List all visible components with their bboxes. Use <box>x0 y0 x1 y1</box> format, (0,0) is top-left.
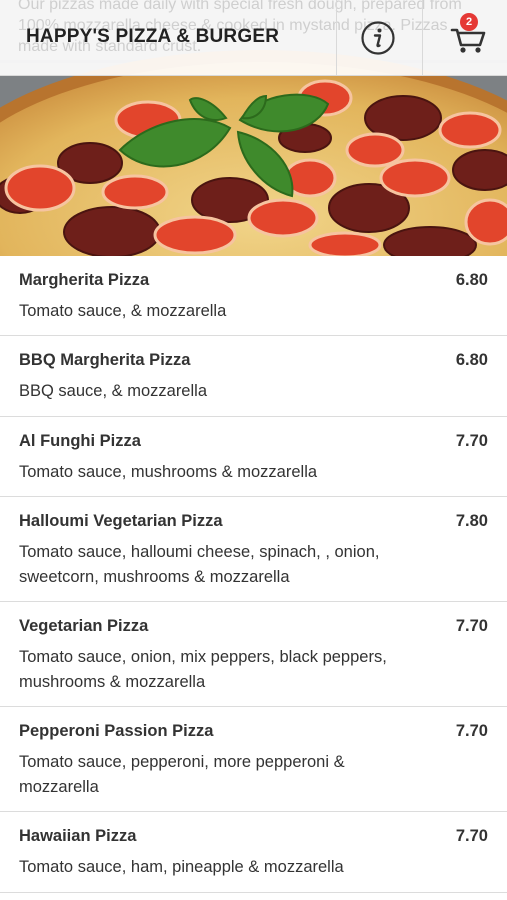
menu-item-price: 6.80 <box>455 271 488 289</box>
cart-count-badge: 2 <box>460 13 478 31</box>
menu-list: Margherita Pizza 6.80 Tomato sauce, & mo… <box>0 256 507 893</box>
menu-item[interactable]: Al Funghi Pizza 7.70 Tomato sauce, mushr… <box>0 417 507 497</box>
menu-item-description: Tomato sauce, & mozzarella <box>19 302 227 320</box>
menu-item-name: Al Funghi Pizza <box>19 432 141 450</box>
menu-item-description: BBQ sauce, & mozzarella <box>19 382 207 400</box>
menu-item-description: Tomato sauce, mushrooms & mozzarella <box>19 463 318 481</box>
menu-item-price: 7.70 <box>455 827 488 845</box>
menu-item-price: 6.80 <box>455 351 488 369</box>
menu-item-name: Margherita Pizza <box>19 271 150 289</box>
menu-item[interactable]: Halloumi Vegetarian Pizza 7.80 Tomato sa… <box>0 497 507 602</box>
info-icon <box>361 21 395 55</box>
menu-item-name: BBQ Margherita Pizza <box>19 351 191 369</box>
menu-item-description: Tomato sauce, onion, mix peppers, black … <box>19 648 387 691</box>
menu-item-price: 7.80 <box>455 512 488 530</box>
menu-item-description: Tomato sauce, pepperoni, more pepperoni … <box>19 753 345 796</box>
menu-item[interactable]: Pepperoni Passion Pizza 7.70 Tomato sauc… <box>0 707 507 812</box>
menu-item-name: Pepperoni Passion Pizza <box>19 722 214 740</box>
menu-item-name: Vegetarian Pizza <box>19 617 149 635</box>
header-divider <box>422 0 423 75</box>
restaurant-title: HAPPY'S PIZZA & BURGER <box>26 26 280 47</box>
menu-item[interactable]: Margherita Pizza 6.80 Tomato sauce, & mo… <box>0 256 507 336</box>
menu-item-name: Halloumi Vegetarian Pizza <box>19 512 223 530</box>
header-divider <box>336 0 337 75</box>
info-button[interactable] <box>360 20 396 56</box>
menu-item-description: Tomato sauce, ham, pineapple & mozzarell… <box>19 858 344 876</box>
menu-item-price: 7.70 <box>455 432 488 450</box>
menu-item-price: 7.70 <box>455 722 488 740</box>
menu-item-name: Hawaiian Pizza <box>19 827 137 845</box>
menu-item-description: Tomato sauce, halloumi cheese, spinach, … <box>19 543 380 586</box>
menu-item[interactable]: BBQ Margherita Pizza 6.80 BBQ sauce, & m… <box>0 336 507 417</box>
cart-button[interactable]: 2 <box>446 13 490 56</box>
menu-item[interactable]: Hawaiian Pizza 7.70 Tomato sauce, ham, p… <box>0 812 507 893</box>
menu-item-price: 7.70 <box>455 617 488 635</box>
app-header: Our pizzas made daily with special fresh… <box>0 0 507 76</box>
menu-item[interactable]: Vegetarian Pizza 7.70 Tomato sauce, onio… <box>0 602 507 707</box>
